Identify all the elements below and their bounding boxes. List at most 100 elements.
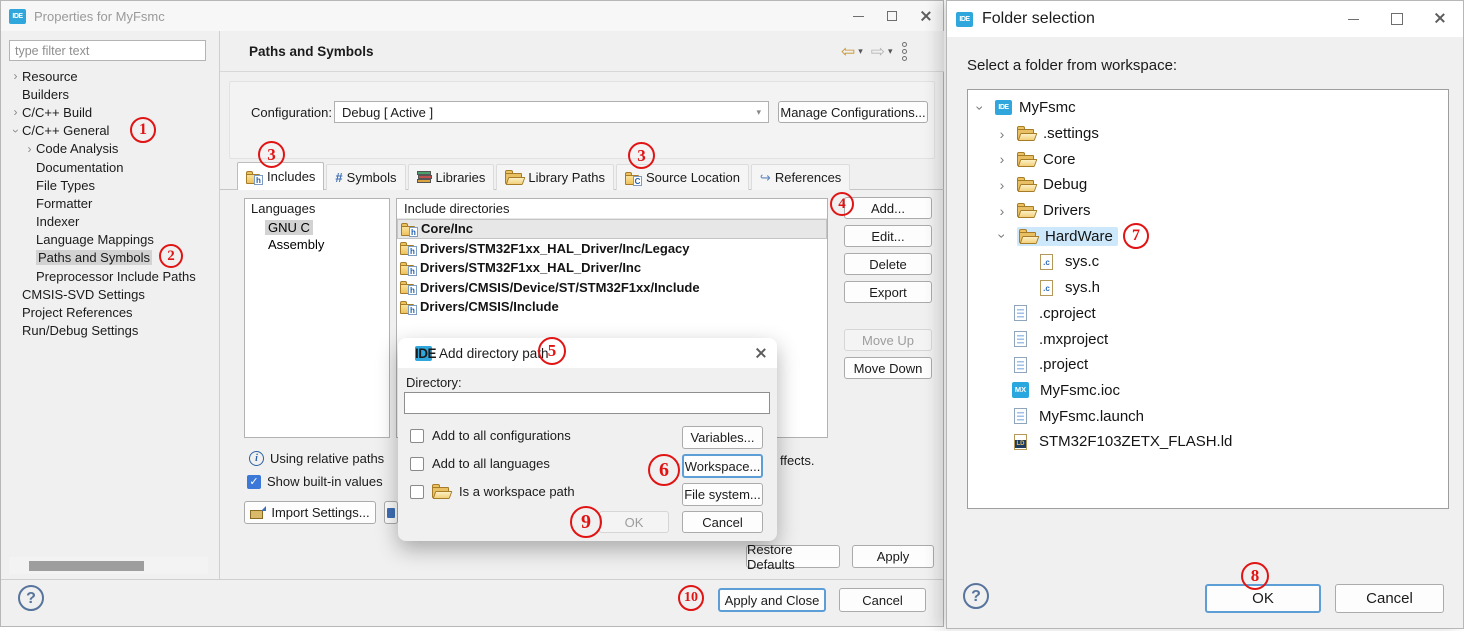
delete-button[interactable]: Delete [844,253,932,275]
tree-item-drivers[interactable]: Drivers [968,198,1448,224]
tree-item-cpp-general[interactable]: C/C++ General [9,122,217,140]
tree-item-sys-c[interactable]: sys.c [968,249,1448,275]
tree-item-language-mappings[interactable]: Language Mappings [9,231,217,249]
tree-item-myfsmc-ioc[interactable]: MyFsmc.ioc [968,378,1448,404]
apply-button[interactable]: Apply [852,545,934,568]
add-all-configs-checkbox[interactable] [410,429,424,443]
directory-input[interactable] [404,392,770,414]
workspace-button[interactable]: Workspace... [682,454,763,478]
tree-item-indexer[interactable]: Indexer [9,213,217,231]
bottom-divider [1,579,943,580]
open-folder-icon [432,484,451,499]
cancel-button[interactable]: Cancel [1335,584,1444,613]
manage-configurations-button[interactable]: Manage Configurations... [778,101,928,123]
annotation-circle-3b: 3 [628,142,655,169]
variables-button[interactable]: Variables... [682,426,763,449]
launch-file-icon [1014,408,1027,424]
include-dir-row[interactable]: Drivers/CMSIS/Device/ST/STM32F1xx/Includ… [397,278,827,298]
tree-item-resource[interactable]: Resource [9,67,217,85]
include-dir-row[interactable]: Drivers/STM32F1xx_HAL_Driver/Inc [397,258,827,278]
text-file-icon [1014,357,1027,373]
tree-item-mxproject[interactable]: .mxproject [968,326,1448,352]
tree-item-project-references[interactable]: Project References [9,303,217,321]
minimize-button[interactable] [841,1,875,31]
tab-library-paths[interactable]: Library Paths [496,164,614,190]
tab-references[interactable]: ↪ References [751,164,850,190]
help-icon[interactable]: ? [963,583,989,609]
tab-includes[interactable]: Includes [237,162,324,190]
cancel-button[interactable]: Cancel [839,588,926,612]
maximize-button[interactable] [875,1,909,31]
close-button[interactable] [909,1,943,31]
help-icon[interactable]: ? [18,585,44,611]
workspace-path-checkbox[interactable] [410,485,424,499]
tree-item-myfsmc-launch[interactable]: MyFsmc.launch [968,403,1448,429]
dialog-close-button[interactable] [755,347,767,359]
tree-item-file-types[interactable]: File Types [9,176,217,194]
tree-item-debug[interactable]: Debug [968,172,1448,198]
tree-item-run-debug-settings[interactable]: Run/Debug Settings [9,322,217,340]
tab-libraries[interactable]: Libraries [408,164,495,190]
tree-item-sys-h[interactable]: sys.h [968,275,1448,301]
folder-selection-dialog: Folder selection Select a folder from wo… [946,0,1464,629]
tree-item-cmsis-svd-settings[interactable]: CMSIS-SVD Settings [9,285,217,303]
dialog-cancel-button[interactable]: Cancel [682,511,763,533]
tree-item-hardware[interactable]: HardWare [968,223,1448,249]
language-gnu-c[interactable]: GNU C [265,220,313,235]
tree-item-builders[interactable]: Builders [9,85,217,103]
export-button[interactable]: Export [844,281,932,303]
minimize-button[interactable] [1331,1,1375,37]
panel-divider[interactable] [219,31,220,579]
back-arrow-icon[interactable]: ⇦ [841,43,855,61]
tree-item-paths-and-symbols[interactable]: Paths and Symbols [9,249,217,267]
maximize-button[interactable] [1375,1,1419,37]
show-builtin-checkbox[interactable]: ✓ [247,475,261,489]
tree-item-cproject[interactable]: .cproject [968,301,1448,327]
tree-item-settings[interactable]: .settings [968,121,1448,147]
tree-item-preprocessor-include-paths[interactable]: Preprocessor Include Paths [9,267,217,285]
include-directories-header: Include directories [397,199,827,219]
chevron-right-icon [994,203,1010,219]
libraries-icon [417,171,432,184]
c-file-icon [1040,254,1053,270]
export-settings-button-partial[interactable] [384,501,398,524]
back-caret-icon[interactable]: ▾ [858,46,863,57]
horizontal-scrollbar-thumb[interactable] [29,561,144,571]
add-button[interactable]: Add... [844,197,932,219]
tree-item-code-analysis[interactable]: Code Analysis [9,140,217,158]
tree-item-myfsmc[interactable]: MyFsmc [968,95,1448,121]
dialog-ok-button[interactable]: OK [599,511,669,533]
folder-icon [1017,126,1036,141]
app-icon [956,12,973,27]
apply-and-close-button[interactable]: Apply and Close [718,588,826,612]
project-icon [995,100,1012,115]
ok-button[interactable]: OK [1205,584,1321,613]
tree-item-core[interactable]: Core [968,146,1448,172]
forward-arrow-icon[interactable]: ⇨ [871,43,885,61]
tree-item-project[interactable]: .project [968,352,1448,378]
close-button[interactable] [1419,1,1463,37]
include-folder-icon [400,300,417,314]
configuration-label: Configuration: [251,105,332,120]
tree-item-flash-ld[interactable]: STM32F103ZETX_FLASH.ld [968,429,1448,455]
file-system-button[interactable]: File system... [682,483,763,506]
add-all-languages-checkbox[interactable] [410,457,424,471]
move-up-button[interactable]: Move Up [844,329,932,351]
move-down-button[interactable]: Move Down [844,357,932,379]
tree-item-cpp-build[interactable]: C/C++ Build [9,103,217,121]
tree-item-documentation[interactable]: Documentation [9,158,217,176]
forward-caret-icon[interactable]: ▾ [888,46,893,57]
include-dir-row[interactable]: Drivers/CMSIS/Include [397,297,827,317]
import-settings-button[interactable]: Import Settings... [244,501,376,524]
tree-item-formatter[interactable]: Formatter [9,194,217,212]
include-dir-row[interactable]: Drivers/STM32F1xx_HAL_Driver/Inc/Legacy [397,239,827,259]
language-assembly[interactable]: Assembly [265,237,327,252]
filter-input[interactable] [9,40,206,61]
restore-defaults-button[interactable]: Restore Defaults [746,545,840,568]
chevron-down-icon [994,228,1010,244]
include-dir-row[interactable]: Core/Inc [397,219,827,239]
view-menu-icon[interactable] [902,42,907,61]
edit-button[interactable]: Edit... [844,225,932,247]
configuration-select[interactable]: Debug [ Active ] ▾ [334,101,769,123]
tab-symbols[interactable]: # Symbols [326,164,405,190]
